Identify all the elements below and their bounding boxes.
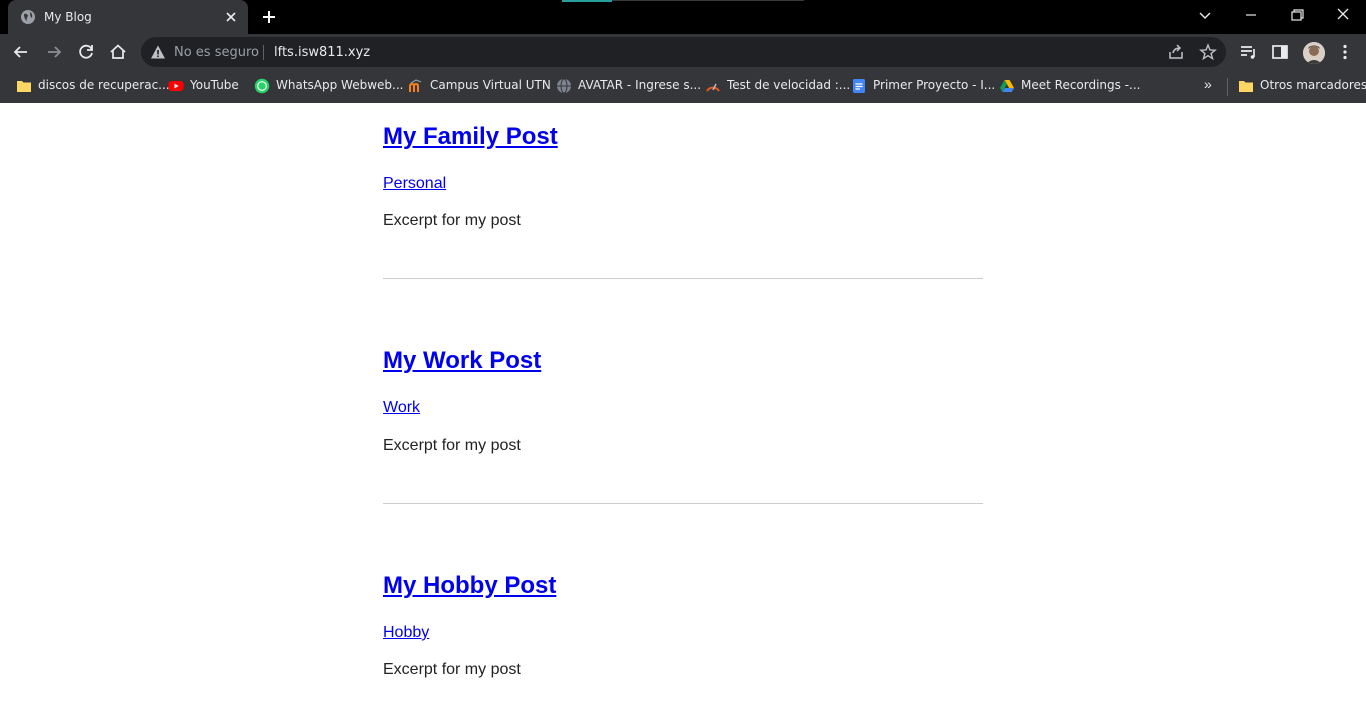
- reload-icon[interactable]: [75, 41, 97, 63]
- home-icon[interactable]: [107, 41, 129, 63]
- address-bar[interactable]: No es seguro lfts.isw811.xyz: [141, 37, 1226, 67]
- share-icon[interactable]: [1167, 43, 1185, 61]
- url-text[interactable]: lfts.isw811.xyz: [274, 45, 370, 60]
- drive-icon: [999, 78, 1015, 94]
- bookmarks-bar: discos de recuperac... YouTube WhatsApp …: [0, 70, 1366, 103]
- post-divider: [383, 503, 983, 504]
- tab-title: My Blog: [44, 10, 92, 24]
- bookmark-label: Test de velocidad :...: [727, 78, 851, 92]
- media-queue-icon[interactable]: [1237, 41, 1259, 63]
- close-window-icon[interactable]: [1330, 4, 1356, 26]
- restore-icon[interactable]: [1284, 4, 1310, 26]
- post-excerpt: Excerpt for my post: [383, 437, 521, 454]
- minimize-icon[interactable]: [1238, 4, 1264, 26]
- docs-icon: [851, 78, 867, 94]
- post-title-link[interactable]: My Hobby Post: [383, 572, 556, 600]
- moodle-icon: [408, 78, 424, 94]
- bookmark-label: Primer Proyecto - I...: [873, 78, 996, 92]
- security-status[interactable]: No es seguro: [174, 45, 259, 60]
- bookmarks-divider: [1227, 78, 1228, 96]
- post-excerpt: Excerpt for my post: [383, 212, 521, 229]
- close-tab-icon[interactable]: [222, 8, 240, 26]
- whatsapp-icon: [254, 78, 270, 94]
- new-tab-icon[interactable]: [258, 6, 280, 28]
- warning-icon[interactable]: [150, 44, 166, 60]
- browser-toolbar: No es seguro lfts.isw811.xyz: [0, 34, 1366, 70]
- globe-icon: [20, 9, 36, 25]
- tab-strip: My Blog: [0, 0, 1366, 34]
- menu-kebab-icon[interactable]: [1334, 41, 1356, 63]
- post-category-link[interactable]: Work: [383, 399, 420, 417]
- bookmark-label: AVATAR - Ingrese s...: [578, 78, 702, 92]
- youtube-icon: [168, 78, 184, 94]
- back-icon[interactable]: [10, 41, 32, 63]
- tab-indicator-track: [612, 0, 804, 1]
- post-category-link[interactable]: Hobby: [383, 624, 429, 642]
- bookmark-label: Otros marcadores: [1260, 78, 1366, 92]
- bookmarks-overflow-button[interactable]: »: [1204, 76, 1220, 96]
- folder-icon: [1238, 78, 1254, 94]
- forward-icon[interactable]: [43, 41, 65, 63]
- globe-icon: [556, 78, 572, 94]
- profile-avatar[interactable]: [1303, 42, 1325, 64]
- tab-search-icon[interactable]: [1192, 4, 1218, 26]
- bookmark-label: Meet Recordings -...: [1021, 78, 1141, 92]
- star-icon[interactable]: [1199, 43, 1217, 61]
- speedometer-icon: [705, 78, 721, 94]
- omnibox-divider: [263, 45, 264, 60]
- folder-icon: [16, 78, 32, 94]
- post-category-link[interactable]: Personal: [383, 175, 446, 193]
- bookmark-label: Campus Virtual UTN: [430, 78, 551, 92]
- tab-indicator: [562, 0, 612, 2]
- post-title-link[interactable]: My Family Post: [383, 123, 558, 151]
- post-divider: [383, 278, 983, 279]
- side-panel-icon[interactable]: [1269, 41, 1291, 63]
- post-title-link[interactable]: My Work Post: [383, 347, 541, 375]
- bookmark-label: WhatsApp Webweb...: [276, 78, 404, 92]
- bookmark-label: discos de recuperac...: [38, 78, 170, 92]
- browser-tab[interactable]: My Blog: [8, 0, 248, 34]
- bookmark-label: YouTube: [190, 78, 239, 92]
- post-excerpt: Excerpt for my post: [383, 661, 521, 678]
